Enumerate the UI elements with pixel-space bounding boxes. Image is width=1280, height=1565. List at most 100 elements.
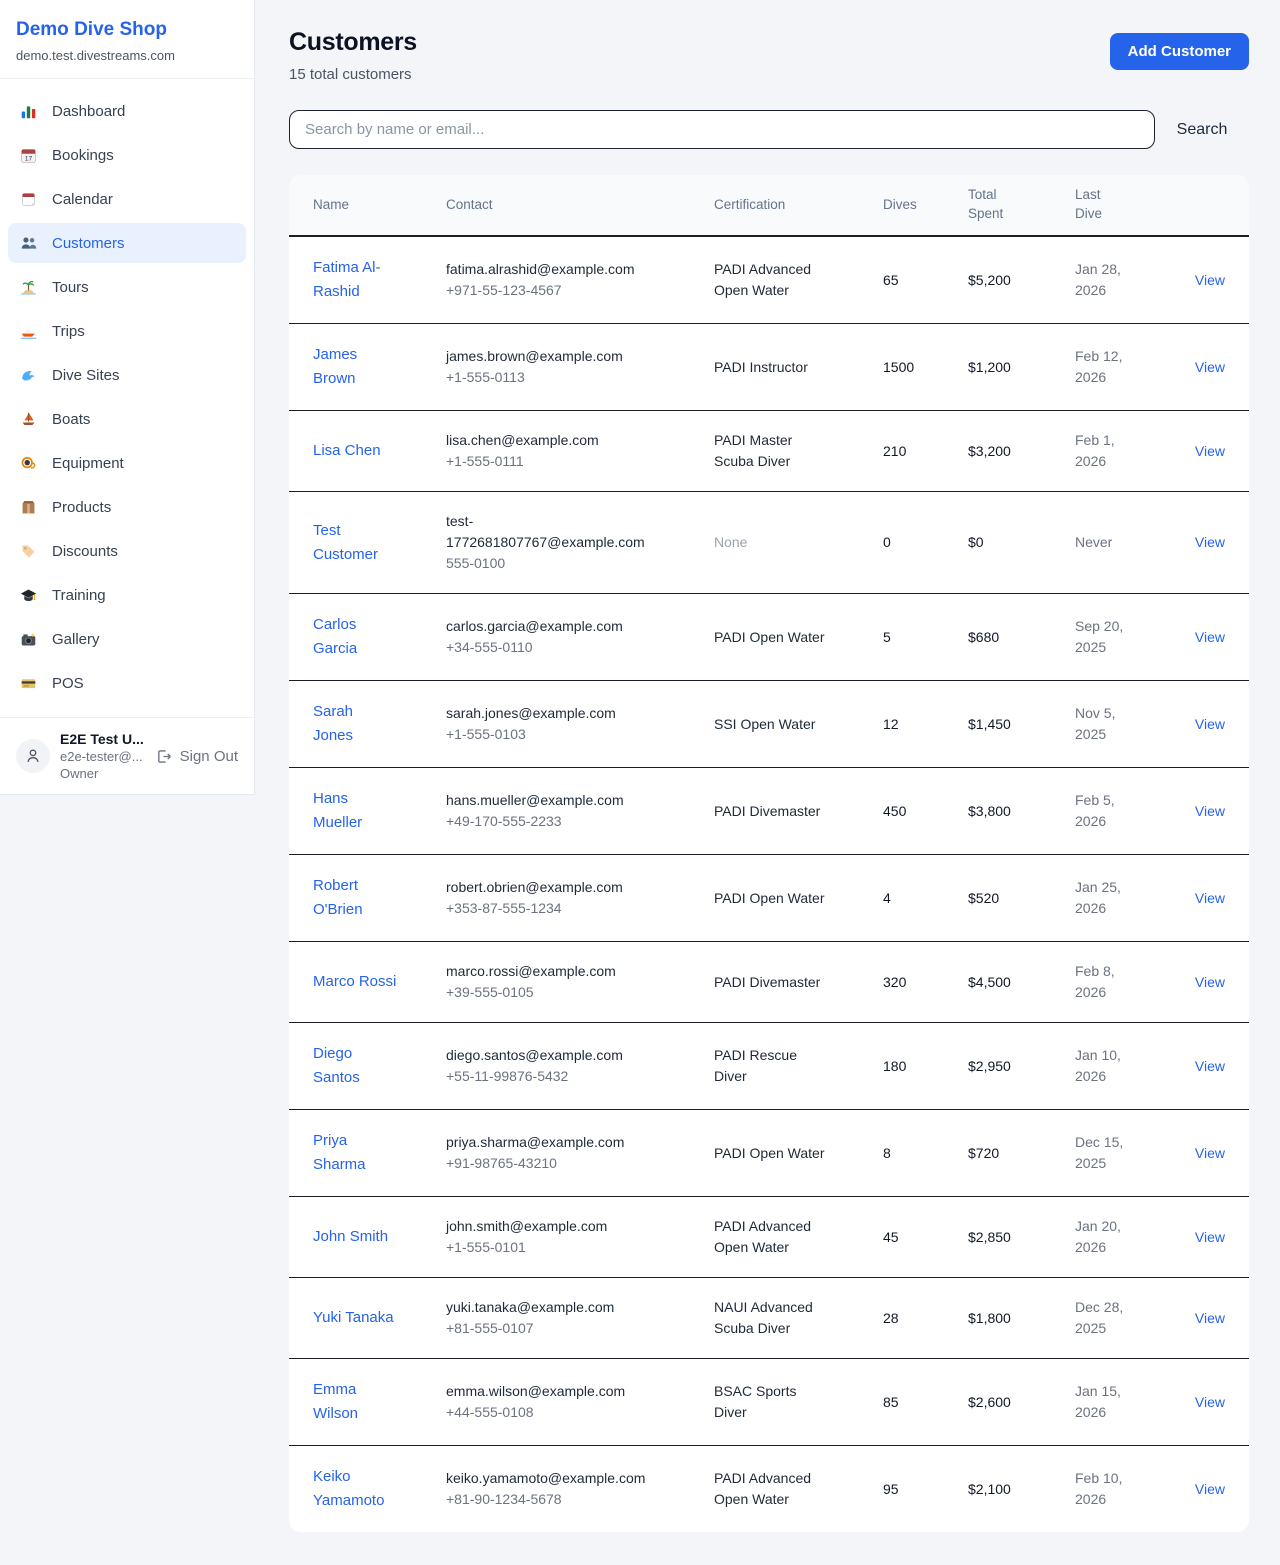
customer-name-link[interactable]: Keiko Yamamoto	[313, 1465, 397, 1513]
customer-certification: PADI Instructor	[714, 357, 808, 378]
sidebar-item-tours[interactable]: Tours	[8, 267, 246, 307]
sidebar-nav: Dashboard 17 Bookings Calendar Customers…	[0, 79, 254, 717]
customer-last-dive: Sep 20, 2025	[1075, 616, 1135, 658]
customer-phone: +91-98765-43210	[446, 1153, 690, 1174]
customer-total-spent: $0	[956, 492, 1063, 594]
customer-dives: 8	[871, 1110, 956, 1197]
add-customer-button[interactable]: Add Customer	[1110, 33, 1249, 70]
person-icon	[24, 747, 42, 765]
customer-total-spent: $1,200	[956, 324, 1063, 411]
sidebar-item-discounts[interactable]: Discounts	[8, 531, 246, 571]
customer-name-link[interactable]: Emma Wilson	[313, 1378, 397, 1426]
view-customer-link[interactable]: View	[1195, 443, 1225, 459]
customer-phone: +353-87-555-1234	[446, 898, 690, 919]
customer-email: james.brown@example.com	[446, 346, 661, 367]
sidebar-item-training[interactable]: Training	[8, 575, 246, 615]
customer-email: fatima.alrashid@example.com	[446, 259, 661, 280]
customer-last-dive: Feb 10, 2026	[1075, 1468, 1135, 1510]
view-customer-link[interactable]: View	[1195, 272, 1225, 288]
customer-contact-cell: yuki.tanaka@example.com +81-555-0107	[434, 1278, 702, 1359]
customer-contact-cell: lisa.chen@example.com +1-555-0111	[434, 411, 702, 492]
customer-contact-cell: sarah.jones@example.com +1-555-0103	[434, 681, 702, 768]
sidebar-item-customers[interactable]: Customers	[8, 223, 246, 263]
view-customer-link[interactable]: View	[1195, 1229, 1225, 1245]
view-customer-link[interactable]: View	[1195, 803, 1225, 819]
trips-speedboat-icon	[18, 323, 38, 340]
customer-name-link[interactable]: James Brown	[313, 343, 397, 391]
customer-contact-cell: carlos.garcia@example.com +34-555-0110	[434, 594, 702, 681]
customer-phone: +1-555-0111	[446, 451, 690, 472]
customer-email: keiko.yamamoto@example.com	[446, 1468, 661, 1489]
view-customer-link[interactable]: View	[1195, 716, 1225, 732]
customer-contact-cell: marco.rossi@example.com +39-555-0105	[434, 942, 702, 1023]
sidebar-item-pos[interactable]: POS	[8, 663, 246, 703]
gallery-camera-icon	[18, 631, 38, 648]
customer-name-link[interactable]: Test Customer	[313, 519, 397, 567]
sidebar-item-dive-sites[interactable]: Dive Sites	[8, 355, 246, 395]
products-box-icon	[18, 499, 38, 516]
view-customer-link[interactable]: View	[1195, 1058, 1225, 1074]
view-customer-link[interactable]: View	[1195, 974, 1225, 990]
customer-total-spent: $2,950	[956, 1023, 1063, 1110]
boats-sailboat-icon	[18, 411, 38, 428]
customer-total-spent: $720	[956, 1110, 1063, 1197]
customer-name-link[interactable]: Yuki Tanaka	[313, 1306, 394, 1330]
sidebar-item-products[interactable]: Products	[8, 487, 246, 527]
customer-email: john.smith@example.com	[446, 1216, 661, 1237]
view-customer-link[interactable]: View	[1195, 1481, 1225, 1497]
view-customer-link[interactable]: View	[1195, 359, 1225, 375]
search-button[interactable]: Search	[1155, 121, 1249, 139]
customer-name-link[interactable]: Robert O'Brien	[313, 874, 397, 922]
customer-name-link[interactable]: Carlos Garcia	[313, 613, 397, 661]
customer-name-link[interactable]: Hans Mueller	[313, 787, 397, 835]
customer-certification: NAUI Advanced Scuba Diver	[714, 1297, 826, 1339]
customer-dives: 65	[871, 236, 956, 324]
customer-name-link[interactable]: Marco Rossi	[313, 970, 396, 994]
table-row: Yuki Tanaka yuki.tanaka@example.com +81-…	[289, 1278, 1249, 1359]
customer-certification: PADI Advanced Open Water	[714, 1216, 826, 1258]
sidebar-item-gallery[interactable]: Gallery	[8, 619, 246, 659]
customer-name-link[interactable]: Fatima Al-Rashid	[313, 256, 397, 304]
customer-dives: 12	[871, 681, 956, 768]
customer-last-dive: Dec 15, 2025	[1075, 1132, 1135, 1174]
sidebar-item-equipment[interactable]: Equipment	[8, 443, 246, 483]
view-customer-link[interactable]: View	[1195, 1310, 1225, 1326]
training-cap-icon	[18, 587, 38, 604]
customer-phone: +81-555-0107	[446, 1318, 690, 1339]
view-customer-link[interactable]: View	[1195, 1394, 1225, 1410]
table-row: James Brown james.brown@example.com +1-5…	[289, 324, 1249, 411]
customers-table-card: NameContactCertificationDivesTotal Spent…	[289, 175, 1249, 1532]
sidebar-item-trips[interactable]: Trips	[8, 311, 246, 351]
sidebar-item-dashboard[interactable]: Dashboard	[8, 91, 246, 131]
customer-name-link[interactable]: Priya Sharma	[313, 1129, 397, 1177]
view-customer-link[interactable]: View	[1195, 629, 1225, 645]
customer-email: diego.santos@example.com	[446, 1045, 661, 1066]
customer-dives: 450	[871, 768, 956, 855]
table-row: Fatima Al-Rashid fatima.alrashid@example…	[289, 236, 1249, 324]
view-customer-link[interactable]: View	[1195, 534, 1225, 550]
customer-contact-cell: robert.obrien@example.com +353-87-555-12…	[434, 855, 702, 942]
view-customer-link[interactable]: View	[1195, 1145, 1225, 1161]
customer-total-spent: $3,800	[956, 768, 1063, 855]
customer-name-link[interactable]: Lisa Chen	[313, 439, 381, 463]
sign-out-button[interactable]: Sign Out	[155, 748, 238, 765]
customer-last-dive: Nov 5, 2025	[1075, 703, 1135, 745]
customer-contact-cell: test-1772681807767@example.com 555-0100	[434, 492, 702, 594]
customer-dives: 85	[871, 1359, 956, 1446]
dive-sites-wave-icon	[18, 367, 38, 384]
customer-dives: 45	[871, 1197, 956, 1278]
customer-name-link[interactable]: Diego Santos	[313, 1042, 397, 1090]
customer-name-link[interactable]: Sarah Jones	[313, 700, 397, 748]
page-heading-group: Customers 15 total customers	[289, 28, 417, 83]
sidebar-item-bookings[interactable]: 17 Bookings	[8, 135, 246, 175]
user-info: E2E Test U... e2e-tester@... Owner	[60, 731, 145, 781]
customer-total-spent: $1,800	[956, 1278, 1063, 1359]
view-customer-link[interactable]: View	[1195, 890, 1225, 906]
column-header-last-dive: Last Dive	[1063, 175, 1169, 236]
sidebar-item-boats[interactable]: Boats	[8, 399, 246, 439]
customer-email: yuki.tanaka@example.com	[446, 1297, 661, 1318]
sidebar-item-calendar[interactable]: Calendar	[8, 179, 246, 219]
customer-dives: 5	[871, 594, 956, 681]
customer-name-link[interactable]: John Smith	[313, 1225, 388, 1249]
search-input[interactable]	[289, 110, 1155, 149]
